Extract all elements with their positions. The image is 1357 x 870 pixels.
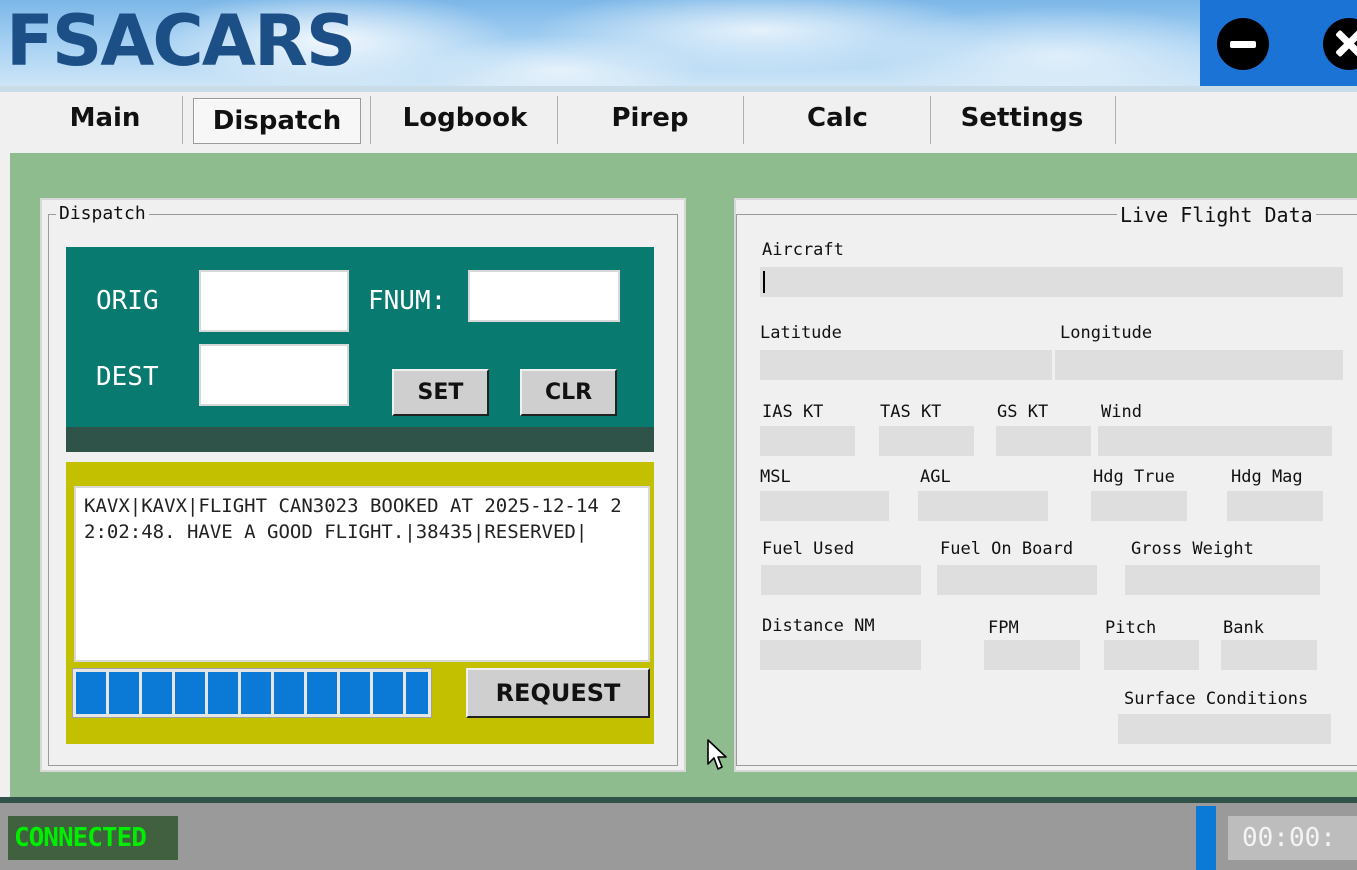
tab-divider: [930, 96, 931, 144]
orig-input[interactable]: [199, 270, 349, 332]
aircraft-label: Aircraft: [762, 240, 844, 260]
ias-label: IAS KT: [762, 402, 824, 422]
pitch-field[interactable]: [1104, 640, 1199, 670]
tab-pirep[interactable]: Pirep: [565, 92, 735, 144]
tab-bar: Main Dispatch Logbook Pirep Calc Setting…: [0, 92, 1357, 148]
status-bar: [0, 803, 1357, 870]
app-logo: FSACARS: [6, 0, 356, 82]
tab-logbook[interactable]: Logbook: [380, 92, 550, 144]
ias-field[interactable]: [760, 426, 855, 456]
dest-label: DEST: [96, 362, 159, 392]
wind-field[interactable]: [1098, 426, 1332, 456]
tab-dispatch[interactable]: Dispatch: [193, 98, 361, 144]
tab-main[interactable]: Main: [40, 92, 170, 144]
wind-label: Wind: [1101, 402, 1142, 422]
agl-label: AGL: [920, 467, 951, 487]
distance-label: Distance NM: [762, 616, 875, 636]
gross-weight-field[interactable]: [1125, 565, 1320, 595]
fuel-on-board-field[interactable]: [937, 565, 1097, 595]
fuel-used-label: Fuel Used: [762, 539, 855, 559]
tab-divider: [743, 96, 744, 144]
fnum-input[interactable]: [468, 270, 620, 322]
hdg-true-label: Hdg True: [1093, 467, 1175, 487]
dispatch-message[interactable]: KAVX|KAVX|FLIGHT CAN3023 BOOKED AT 2025-…: [74, 486, 650, 662]
fpm-field[interactable]: [984, 640, 1080, 670]
fpm-label: FPM: [988, 618, 1019, 638]
surface-conditions-label: Surface Conditions: [1124, 689, 1309, 709]
tab-divider: [182, 96, 183, 144]
bank-field[interactable]: [1221, 640, 1317, 670]
gs-field[interactable]: [996, 426, 1091, 456]
longitude-label: Longitude: [1060, 323, 1153, 343]
distance-field[interactable]: [760, 640, 921, 670]
connection-status: CONNECTED: [8, 816, 178, 860]
hdg-true-field[interactable]: [1091, 491, 1187, 521]
tab-divider: [370, 96, 371, 144]
tas-label: TAS KT: [880, 402, 942, 422]
hdg-mag-field[interactable]: [1227, 491, 1323, 521]
surface-conditions-field[interactable]: [1118, 714, 1331, 744]
latitude-field[interactable]: [760, 350, 1052, 380]
text-caret: [763, 271, 765, 293]
dispatch-progress-bar: [72, 668, 432, 718]
aircraft-field[interactable]: [760, 267, 1343, 297]
msl-label: MSL: [760, 467, 791, 487]
request-button[interactable]: REQUEST: [466, 668, 650, 718]
fuel-used-field[interactable]: [761, 565, 921, 595]
fnum-label: FNUM:: [368, 286, 447, 316]
tab-settings[interactable]: Settings: [937, 92, 1107, 144]
pitch-label: Pitch: [1105, 618, 1157, 638]
dest-input[interactable]: [199, 344, 349, 406]
tab-divider: [557, 96, 558, 144]
tab-divider: [1115, 96, 1116, 144]
orig-label: ORIG: [96, 286, 159, 316]
clr-button[interactable]: CLR: [520, 369, 617, 416]
hdg-mag-label: Hdg Mag: [1231, 467, 1303, 487]
minimize-icon[interactable]: [1217, 18, 1269, 70]
gs-label: GS KT: [997, 402, 1049, 422]
progress-fill: [76, 672, 428, 714]
gross-weight-label: Gross Weight: [1131, 539, 1254, 559]
msl-field[interactable]: [760, 491, 889, 521]
tas-field[interactable]: [879, 426, 974, 456]
fuel-on-board-label: Fuel On Board: [940, 539, 1074, 559]
tab-calc[interactable]: Calc: [750, 92, 925, 144]
set-button[interactable]: SET: [392, 369, 489, 416]
live-flight-data-legend: Live Flight Data: [1117, 203, 1316, 227]
mouse-cursor-icon: [707, 739, 727, 770]
flight-timer: 00:00:: [1228, 816, 1357, 860]
dispatch-input-strip: [66, 427, 654, 452]
longitude-field[interactable]: [1055, 350, 1343, 380]
status-indicator: [1196, 806, 1216, 870]
dispatch-legend: Dispatch: [56, 203, 149, 224]
agl-field[interactable]: [918, 491, 1048, 521]
bank-label: Bank: [1223, 618, 1264, 638]
latitude-label: Latitude: [760, 323, 842, 343]
